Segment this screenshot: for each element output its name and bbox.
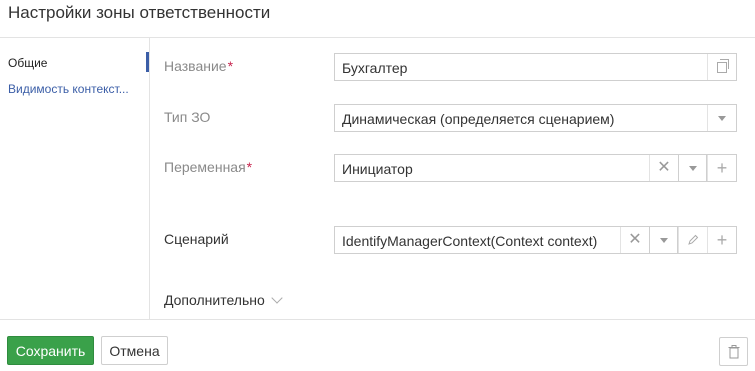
name-label-text: Название <box>164 58 227 74</box>
plus-icon: + <box>716 230 728 250</box>
plus-icon: + <box>716 158 728 178</box>
scenario-dropdown-button[interactable] <box>649 226 678 254</box>
variable-select[interactable]: Инициатор ✕ + <box>334 154 737 182</box>
scenario-edit-button[interactable] <box>678 227 707 253</box>
scenario-add-button[interactable]: + <box>707 227 736 253</box>
delete-button[interactable] <box>719 337 748 366</box>
dialog-title: Настройки зоны ответственности <box>8 3 271 22</box>
dialog-header: Настройки зоны ответственности <box>0 0 755 38</box>
name-label: Название* <box>164 58 233 74</box>
sidebar-item-general[interactable]: Общие <box>8 56 47 70</box>
zone-type-value: Динамическая (определяется сценарием) <box>342 111 615 127</box>
chevron-down-icon <box>271 292 283 304</box>
required-marker: * <box>227 58 234 74</box>
close-icon: ✕ <box>657 159 671 176</box>
chevron-down-icon <box>718 115 726 121</box>
zone-type-select[interactable]: Динамическая (определяется сценарием) <box>334 104 737 132</box>
copy-icon <box>717 58 729 73</box>
trash-icon <box>728 344 739 358</box>
scenario-label: Сценарий <box>164 231 229 247</box>
variable-dropdown-button[interactable] <box>678 154 707 182</box>
variable-label-text: Переменная <box>164 159 246 175</box>
name-field[interactable]: Бухгалтер <box>334 53 737 81</box>
chevron-down-icon <box>659 237 668 243</box>
scenario-value: IdentifyManagerContext(Context context) <box>342 233 598 249</box>
active-tab-indicator <box>146 52 149 72</box>
variable-add-button[interactable]: + <box>707 155 736 181</box>
zone-type-label: Тип ЗО <box>164 109 211 125</box>
copy-button[interactable] <box>707 54 736 80</box>
zone-type-dropdown-button[interactable] <box>707 105 736 131</box>
close-icon: ✕ <box>628 231 642 248</box>
chevron-down-icon <box>688 165 697 171</box>
required-marker: * <box>246 159 253 175</box>
variable-clear-button[interactable]: ✕ <box>649 155 678 181</box>
dialog-footer: Сохранить Отмена <box>0 319 755 371</box>
advanced-toggle[interactable]: Дополнительно <box>164 292 283 308</box>
scenario-select[interactable]: IdentifyManagerContext(Context context) … <box>334 226 737 254</box>
sidebar-item-context-visibility[interactable]: Видимость контекст... <box>8 82 130 96</box>
variable-label: Переменная* <box>164 159 252 175</box>
cancel-button[interactable]: Отмена <box>101 336 168 365</box>
settings-sidebar: Общие Видимость контекст... <box>0 38 150 319</box>
save-button[interactable]: Сохранить <box>7 336 94 365</box>
scenario-clear-button[interactable]: ✕ <box>620 227 649 253</box>
advanced-label: Дополнительно <box>164 292 265 308</box>
variable-value: Инициатор <box>342 161 413 177</box>
pencil-icon <box>688 234 699 245</box>
name-value: Бухгалтер <box>342 60 408 76</box>
